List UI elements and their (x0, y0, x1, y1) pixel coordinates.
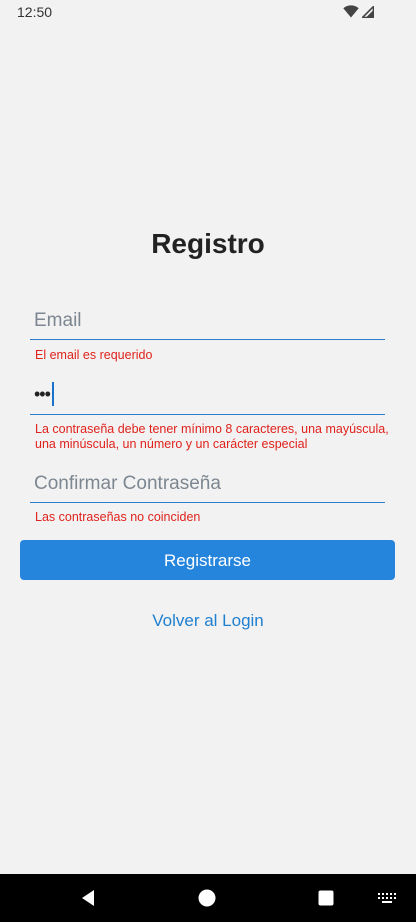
email-error: El email es requerido (35, 348, 153, 362)
keyboard-icon[interactable] (372, 874, 402, 922)
navigation-bar (0, 874, 416, 922)
password-error: La contraseña debe tener mínimo 8 caract… (35, 422, 390, 452)
email-field[interactable] (30, 302, 385, 340)
status-icons (343, 5, 374, 18)
page-title: Registro (151, 228, 265, 259)
signal-icon (362, 5, 374, 18)
password-error-line1: La contraseña debe tener mínimo 8 caract… (35, 422, 389, 436)
text-caret (52, 382, 54, 406)
wifi-icon (343, 5, 359, 18)
register-button[interactable]: Registrarse (20, 540, 395, 580)
confirm-password-field-wrapper (30, 465, 385, 503)
recents-icon[interactable] (308, 874, 344, 922)
status-time: 12:50 (17, 4, 53, 20)
password-value: ••• (34, 384, 51, 404)
email-field-wrapper (30, 302, 385, 340)
status-bar: 12:50 (0, 0, 416, 24)
confirm-password-field[interactable] (30, 465, 385, 503)
back-icon[interactable] (70, 874, 106, 922)
password-field[interactable]: ••• (30, 376, 385, 415)
password-error-line2: una minúscula, un número y un carácter e… (35, 437, 308, 451)
home-icon[interactable] (189, 874, 225, 922)
confirm-password-error: Las contraseñas no coinciden (35, 510, 201, 524)
back-to-login-link[interactable]: Volver al Login (0, 610, 416, 632)
password-field-wrapper: ••• (30, 376, 385, 415)
